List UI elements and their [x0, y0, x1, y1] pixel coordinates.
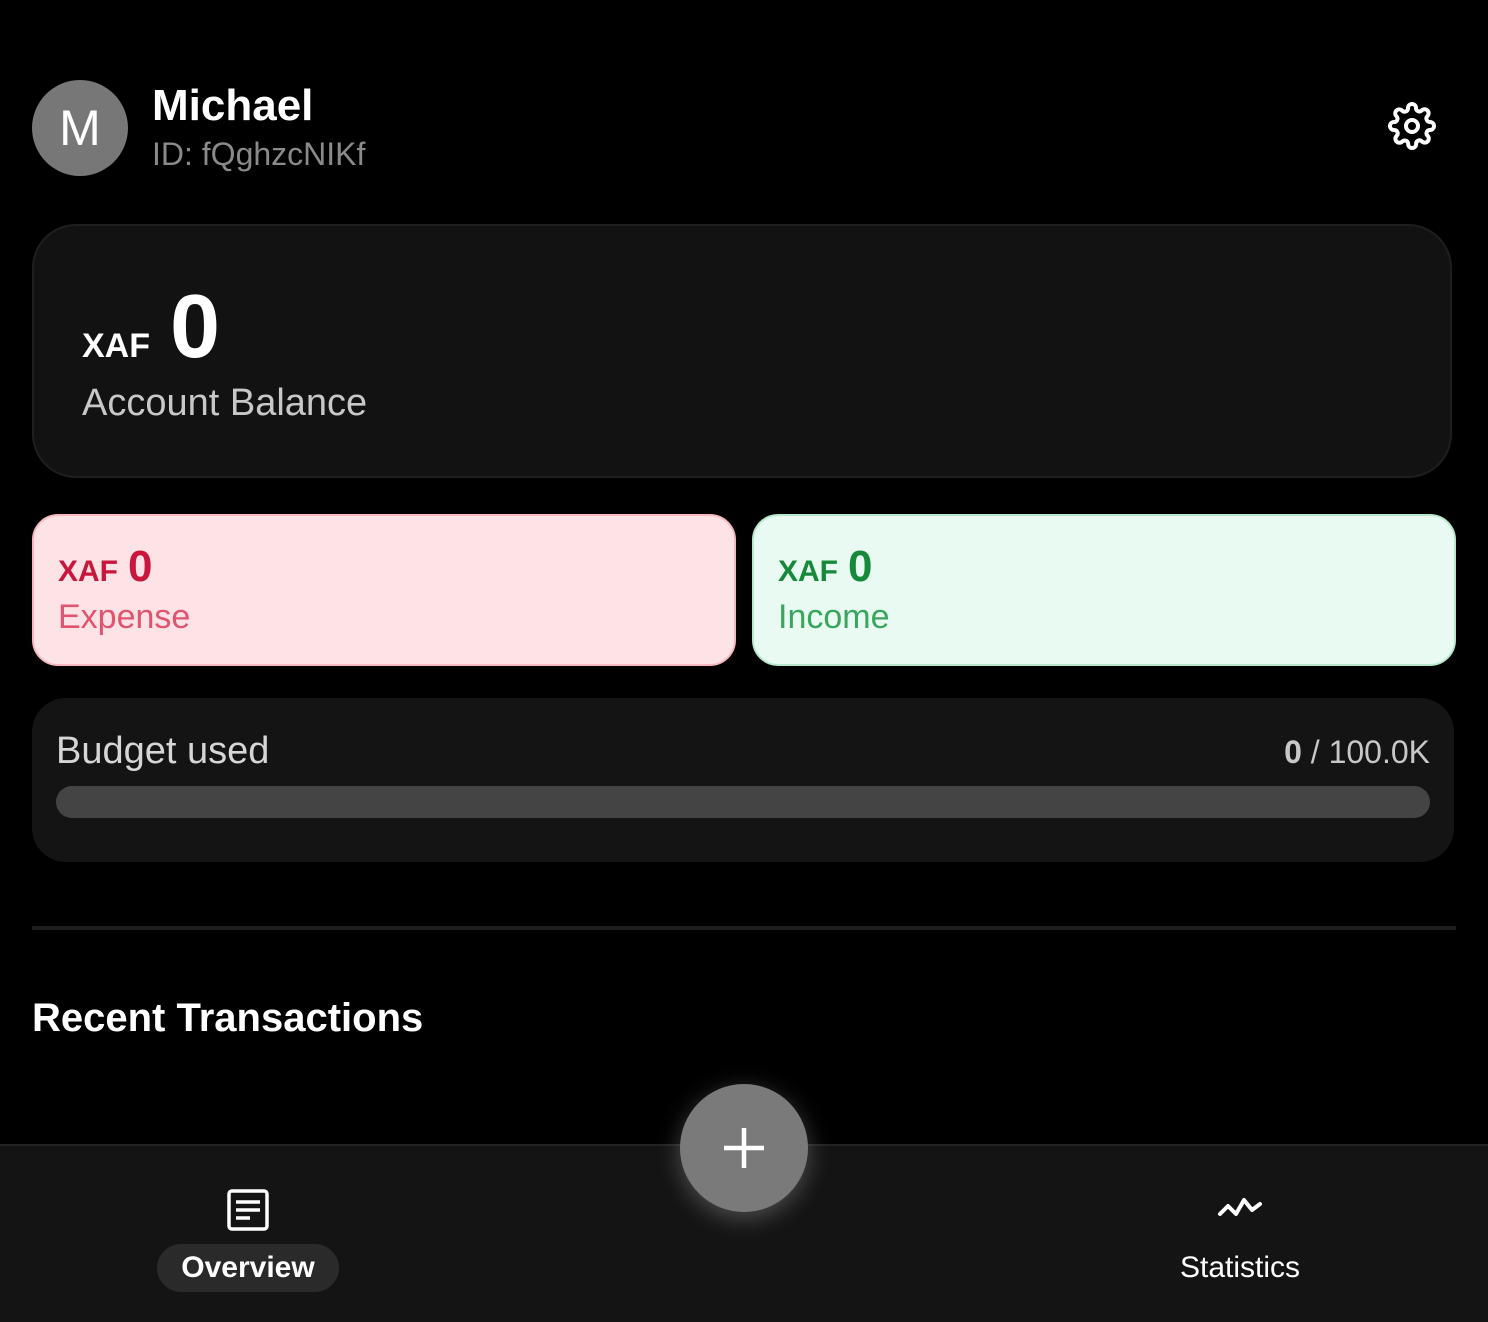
account-balance-card: XAF 0 Account Balance — [32, 224, 1452, 478]
income-amount-row: XAF 0 — [778, 542, 872, 592]
plus-icon — [724, 1128, 764, 1168]
budget-label: Budget used — [56, 730, 270, 772]
budget-progress-bar — [56, 786, 1430, 818]
settings-button[interactable] — [1388, 102, 1436, 150]
document-list-icon — [227, 1189, 269, 1231]
expense-amount-row: XAF 0 — [58, 542, 152, 592]
budget-separator: / — [1301, 734, 1329, 770]
nav-statistics[interactable]: Statistics — [1120, 1186, 1360, 1292]
line-chart-icon — [1218, 1198, 1262, 1216]
income-label: Income — [778, 598, 890, 636]
expense-card[interactable]: XAF 0 Expense — [32, 514, 736, 666]
user-name: Michael — [152, 81, 314, 130]
income-amount: 0 — [848, 542, 873, 591]
balance-currency: XAF — [82, 327, 150, 365]
profile-header: M Michael ID: fQghzcNIKf — [32, 80, 1456, 176]
balance-amount-row: XAF 0 — [82, 282, 220, 372]
expense-currency: XAF — [58, 555, 118, 588]
nav-overview-label: Overview — [157, 1244, 339, 1292]
budget-card[interactable]: Budget used 0 / 100.0K — [32, 698, 1454, 862]
user-id: ID: fQghzcNIKf — [152, 136, 366, 172]
income-card[interactable]: XAF 0 Income — [752, 514, 1456, 666]
balance-amount: 0 — [170, 277, 221, 377]
nav-overview[interactable]: Overview — [128, 1186, 368, 1292]
balance-label: Account Balance — [82, 382, 368, 424]
expense-label: Expense — [58, 598, 191, 636]
budget-usage: 0 / 100.0K — [1284, 734, 1430, 771]
nav-statistics-label: Statistics — [1179, 1251, 1301, 1284]
budget-total-amount: 100.0K — [1328, 734, 1430, 770]
income-currency: XAF — [778, 555, 838, 588]
avatar[interactable]: M — [32, 80, 128, 176]
budget-used-amount: 0 — [1284, 734, 1302, 770]
recent-transactions-title: Recent Transactions — [32, 996, 424, 1040]
section-divider — [32, 926, 1456, 930]
gear-icon — [1388, 102, 1436, 150]
expense-amount: 0 — [128, 542, 153, 591]
add-transaction-button[interactable] — [680, 1084, 808, 1212]
